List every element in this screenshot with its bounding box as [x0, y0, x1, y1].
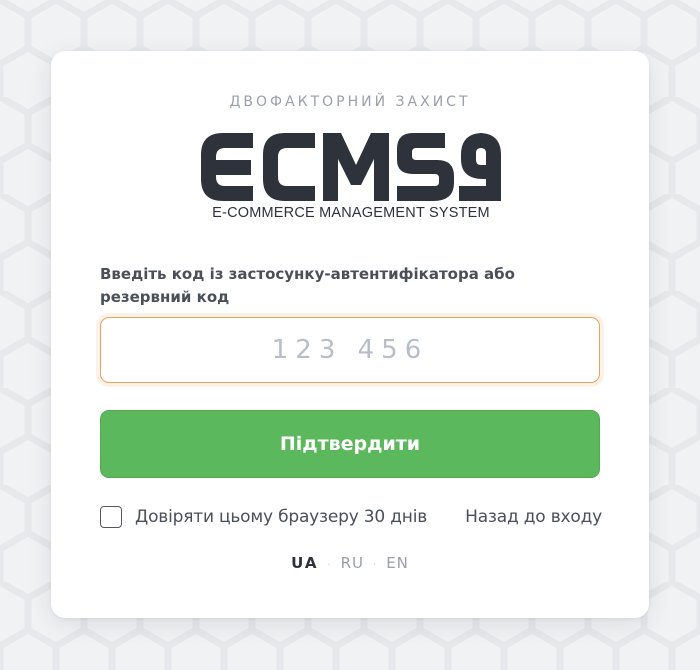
trust-browser-checkbox[interactable]: [100, 506, 122, 528]
language-switcher: UA · RU · EN: [51, 553, 649, 576]
language-option-ru[interactable]: RU: [341, 554, 364, 572]
confirm-button[interactable]: Підтвердити: [100, 410, 600, 478]
ecms9-logo: E-COMMERCE MANAGEMENT SYSTEM: [201, 133, 501, 223]
trust-browser-label[interactable]: Довіряти цьому браузеру 30 днів: [135, 507, 427, 527]
page-subtitle: ДВОФАКТОРНИЙ ЗАХИСТ: [229, 94, 471, 110]
ecms9-wordmark: [201, 133, 501, 201]
language-option-ua[interactable]: UA: [291, 554, 318, 572]
two-factor-card: ДВОФАКТОРНИЙ ЗАХИСТ E-COMMERCE MANAGEMEN…: [51, 51, 649, 618]
logo-tagline: E-COMMERCE MANAGEMENT SYSTEM: [212, 205, 490, 221]
auth-code-input[interactable]: [100, 317, 600, 383]
language-separator: ·: [373, 560, 378, 571]
language-separator: ·: [327, 560, 332, 571]
language-option-en[interactable]: EN: [386, 554, 409, 572]
trust-browser-row[interactable]: Довіряти цьому браузеру 30 днів: [100, 504, 427, 530]
code-field-label: Введіть код із застосунку-автентифікатор…: [100, 265, 515, 306]
back-to-login-link[interactable]: Назад до входу: [465, 504, 602, 530]
